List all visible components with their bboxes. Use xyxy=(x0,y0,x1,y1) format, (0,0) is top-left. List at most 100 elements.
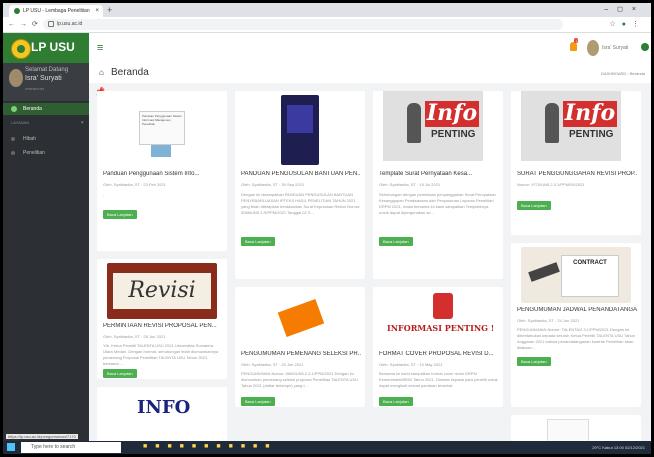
card-excerpt: PENGUMUMAN Nomor: TALENTA/2.3.1/PPM/2021… xyxy=(517,327,635,350)
news-card: Panduan Penggunaan Sistem Informasi Mana… xyxy=(97,91,227,251)
sidebar: LP USU Selamat Datang Isra' Suryati rese… xyxy=(3,33,89,441)
card-excerpt: Sehubungan dengan pemintaan penyanggahan… xyxy=(379,192,496,215)
sidebar-item-penelitian[interactable]: Penelitian xyxy=(3,147,89,159)
read-more-button[interactable]: Baca Lanjutan xyxy=(517,357,551,366)
sidebar-group-label: LAYANAN ▾ xyxy=(11,120,84,126)
nav-buttons[interactable]: ←→⟳ xyxy=(8,17,43,32)
card-meta: Oleh: Syafrianita, ST · 19 Jul 2021 xyxy=(379,182,441,187)
brand-name: LP USU xyxy=(31,40,75,54)
card-thumbnail: Revisi xyxy=(107,263,217,319)
notification-badge: 1 xyxy=(574,38,579,43)
sidebar-item-label: Penelitian xyxy=(23,150,45,156)
user-role: researcher xyxy=(25,86,45,91)
address-bar-row: ←→⟳ lp.usu.ac.id ☆●⋮ xyxy=(3,17,651,33)
bullet-icon xyxy=(11,137,15,141)
news-card: CONTRACT PENGUMUMAN JADWAL PENANDATANGA.… xyxy=(511,243,641,407)
usu-logo-icon xyxy=(11,39,31,59)
card-meta: Oleh: Syafrianita, ST · 24 Jun 2021 xyxy=(517,318,580,323)
card-meta: Nomor: 9770/UN5.2.3.1/PPM/05/2021 xyxy=(517,182,585,187)
chevron-down-icon: ▾ xyxy=(81,120,84,126)
url-text: lp.usu.ac.id xyxy=(57,21,83,27)
card-excerpt: Dengan ini disampaikan PANDUAN PENGUSULA… xyxy=(241,192,361,215)
card-title[interactable]: SURAT PENGGUNGGAHAN REVISI PROP... xyxy=(517,171,637,177)
doc-cover: Panduan Penggunaan Sistem Informasi Mana… xyxy=(139,111,185,145)
page-title: Beranda xyxy=(111,67,149,78)
sidebar-item-label: Hibah xyxy=(23,136,37,142)
card-title[interactable]: PENGUMUMAN PEMENANG SELEKSI PR... xyxy=(241,351,361,357)
user-avatar[interactable] xyxy=(587,40,599,56)
window-controls[interactable]: –◻× xyxy=(604,3,645,17)
windows-start-icon[interactable] xyxy=(7,443,15,451)
menu-toggle-icon[interactable]: ≡ xyxy=(97,42,103,54)
avatar xyxy=(9,69,23,87)
sidebar-item-label: Beranda xyxy=(23,106,42,112)
app: LP USU Selamat Datang Isra' Suryati rese… xyxy=(3,33,651,441)
close-tab-icon[interactable]: × xyxy=(95,5,99,17)
brand[interactable]: LP USU xyxy=(3,33,89,63)
card-title[interactable]: FORMAT COVER PROPOSAL REVISI D... xyxy=(379,351,499,357)
new-tab-button[interactable]: + xyxy=(107,4,112,16)
news-card: INFORMASI PENTING !! FORMAT COVER PROPOS… xyxy=(373,287,503,407)
card-excerpt: - xyxy=(103,192,105,197)
folder-icon xyxy=(277,298,325,338)
card-meta: Oleh: Syafrianita, ST · 30 Sep 2021 xyxy=(241,182,305,187)
main-content: ⌂ Beranda DASHBOARD › Beranda 📌 Panduan … xyxy=(89,63,651,441)
document-icon xyxy=(547,419,589,441)
person-silhouette-icon xyxy=(545,103,559,143)
bullet-icon xyxy=(11,151,15,155)
user-menu[interactable]: Isra' Suryati xyxy=(602,45,628,51)
favicon-icon xyxy=(14,8,20,14)
card-meta: Oleh: Syafrianita, ST · 20 Jun 2021 xyxy=(241,362,304,367)
read-more-button[interactable]: Baca Lanjutan xyxy=(379,397,413,406)
read-more-button[interactable]: Baca Lanjutan xyxy=(241,397,275,406)
welcome-text: Selamat Datang xyxy=(25,67,69,73)
url-input[interactable]: lp.usu.ac.id xyxy=(43,19,563,30)
read-more-button[interactable]: Baca Lanjutan xyxy=(103,210,137,219)
card-meta: Oleh: Syafrianita, ST · 23 Feb 2021 xyxy=(103,182,166,187)
card-thumbnail: CONTRACT xyxy=(521,247,631,303)
system-tray[interactable]: 29°C Kabut 13:00 02/12/2021 xyxy=(592,441,645,454)
card-excerpt: PENGUMUMAN Nomor: 5660/UN5.2.3.1/PPM/202… xyxy=(241,371,358,388)
breadcrumb[interactable]: DASHBOARD › Beranda xyxy=(601,71,645,76)
dashboard-icon xyxy=(11,106,17,112)
news-card: PENGUMUMAN PEMENANG SELEKSI PR... Oleh: … xyxy=(235,287,365,407)
card-meta: Oleh: Syafrianita, ST · 28 Jun 2021 xyxy=(103,334,166,339)
card-title[interactable]: Template Surat Pernyataan Kesa... xyxy=(379,171,499,177)
card-meta: Oleh: Syafrianita, ST · 10 May 2021 xyxy=(379,362,443,367)
card-title[interactable]: PENGUMUMAN JADWAL PENANDATANGA... xyxy=(517,307,637,313)
page-header: ⌂ Beranda DASHBOARD › Beranda xyxy=(89,63,651,83)
news-card: INFO xyxy=(97,387,227,441)
person-silhouette-icon xyxy=(407,103,421,143)
read-more-button[interactable]: Baca Lanjutan xyxy=(517,201,551,210)
settings-icon[interactable] xyxy=(641,43,649,51)
news-card: PANDUAN PENGUSULAN BANTUAN PEN... Oleh: … xyxy=(235,91,365,279)
taskbar-app-icons[interactable]: ■■■■■■■■■■■ xyxy=(143,443,278,450)
sidebar-item-beranda[interactable]: Beranda xyxy=(3,103,89,115)
card-excerpt: Yth. Ketua Peneliti TALENTA USU 2021 Uni… xyxy=(103,343,219,366)
home-icon: ⌂ xyxy=(99,68,104,77)
read-more-button[interactable]: Baca Lanjutan xyxy=(241,237,275,246)
card-thumbnail: INFORMASI PENTING !! xyxy=(383,291,493,347)
notification-bell-icon[interactable] xyxy=(570,42,577,51)
card-title[interactable]: PERMINTAAN REVISI PROPOSAL PEN... xyxy=(103,323,223,329)
sidebar-item-hibah[interactable]: Hibah xyxy=(3,133,89,145)
card-thumbnail: Panduan Penggunaan Sistem Informasi Mana… xyxy=(107,95,217,165)
book-cover-icon xyxy=(287,105,313,133)
card-thumbnail xyxy=(281,95,319,165)
browser-tab[interactable]: LP USU - Lembaga Penelitian × xyxy=(9,5,103,17)
tab-title: LP USU - Lembaga Penelitian xyxy=(23,8,90,14)
info-penting-image: Info PENTING xyxy=(383,91,483,161)
read-more-button[interactable]: Baca Lanjutan xyxy=(103,369,137,378)
megaphone-icon xyxy=(433,293,453,319)
read-more-button[interactable]: Baca Lanjutan xyxy=(379,237,413,246)
taskbar-search-input[interactable]: Type here to search xyxy=(21,442,121,453)
card-title[interactable]: PANDUAN PENGUSULAN BANTUAN PEN... xyxy=(241,171,361,177)
card-title[interactable]: Panduan Penggunaan Sistem Info... xyxy=(103,171,223,177)
card-excerpt: Bersama ini kami sampaikan format cover … xyxy=(379,371,498,388)
hand-pen-icon xyxy=(528,262,560,282)
card-thumbnail xyxy=(245,291,355,347)
extension-icons[interactable]: ☆●⋮ xyxy=(609,17,645,32)
taskbar: Type here to search ■■■■■■■■■■■ 29°C Kab… xyxy=(3,441,651,454)
tab-bar: LP USU - Lembaga Penelitian × + –◻× xyxy=(3,3,651,17)
info-penting-image: Info PENTING xyxy=(521,91,621,161)
